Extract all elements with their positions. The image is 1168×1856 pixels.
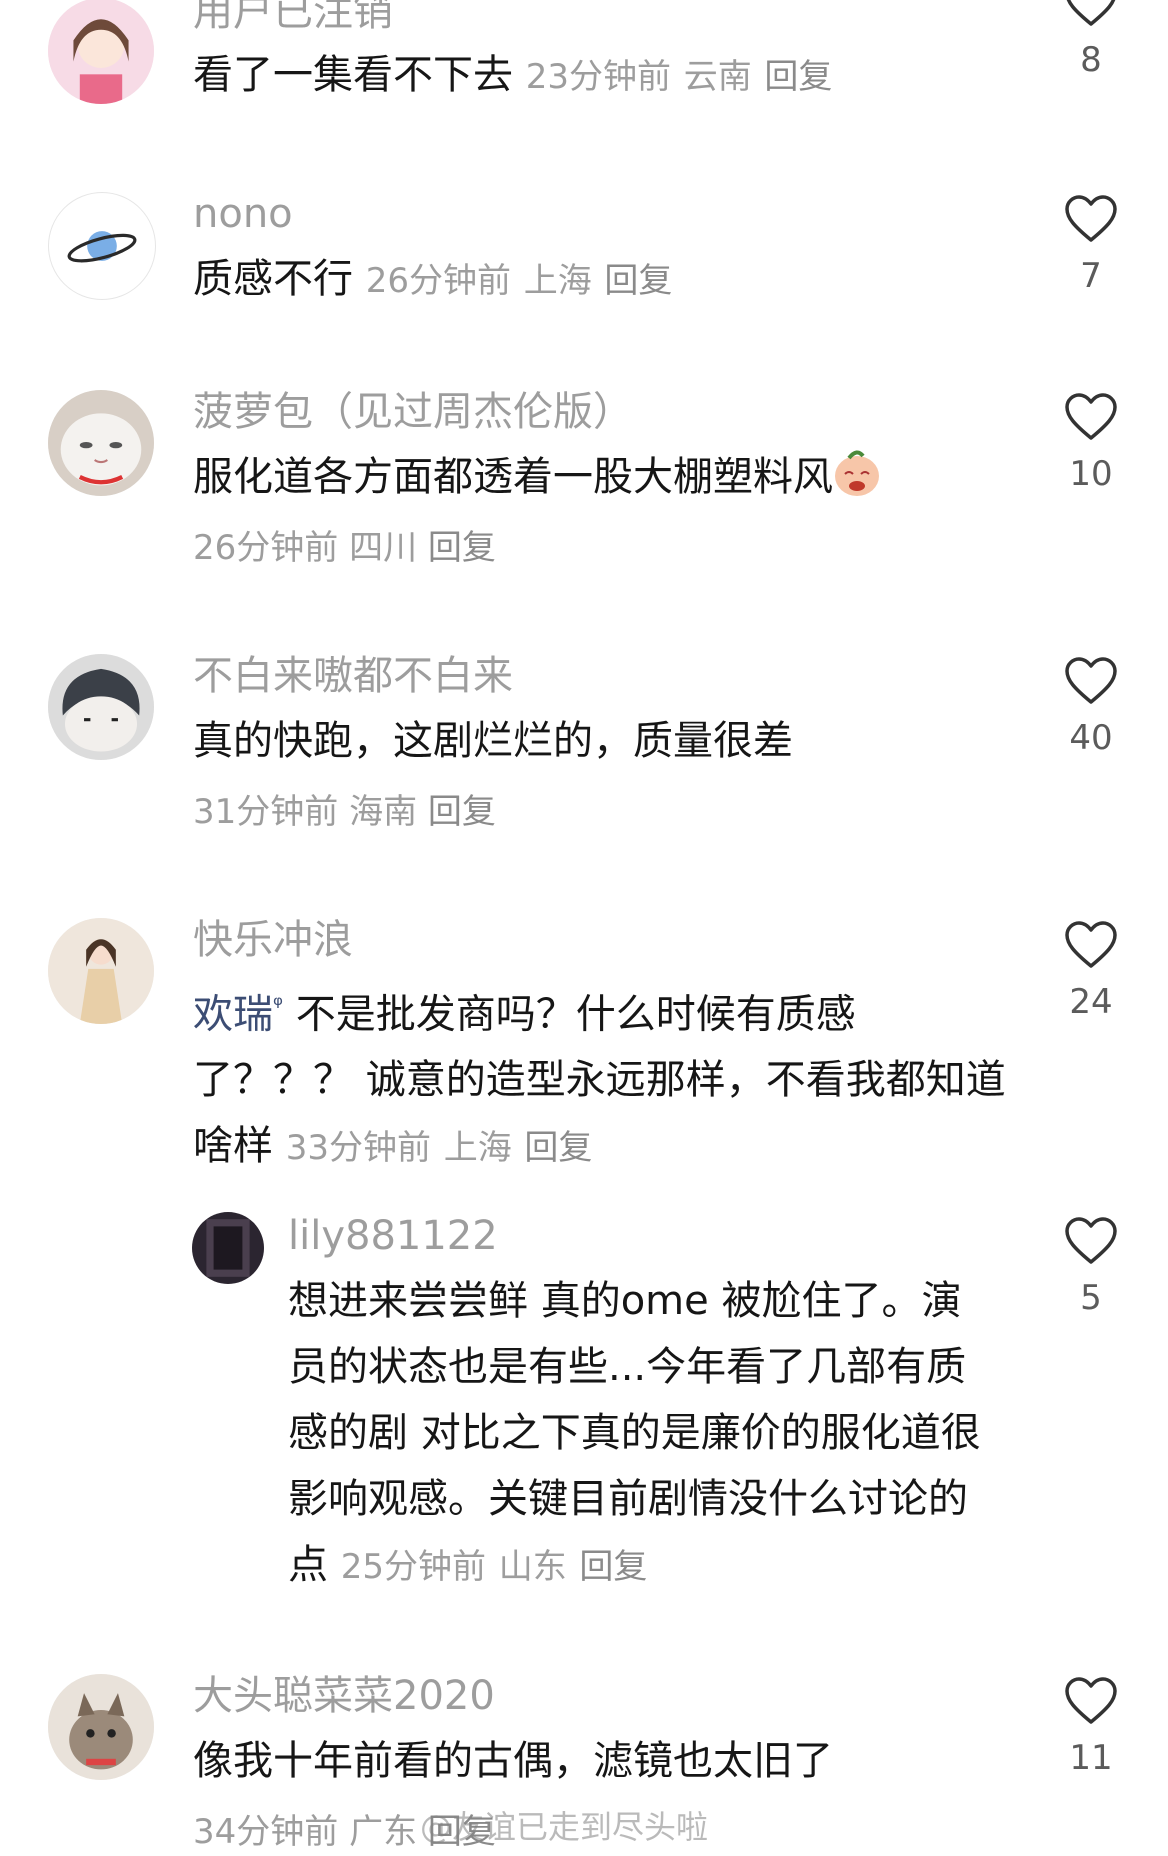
avatar[interactable] [48,390,154,496]
comment-time: 26分钟前 [365,261,511,301]
like-button[interactable]: 11 [1056,1676,1126,1780]
username[interactable]: nono [193,190,672,238]
comment-text: 服化道各方面都透着一股大棚塑料风 [193,444,881,510]
like-button[interactable]: 5 [1056,1216,1126,1320]
comment-text: 看了一集看不下去 23分钟前 云南 回复 [193,42,832,110]
comment-time: 26分钟前 [193,528,339,568]
comment-text: 像我十年前看的古偶，滤镜也太旧了 [193,1728,833,1794]
comment-body: 服化道各方面都透着一股大棚塑料风 [193,454,833,500]
comment-region: 上海 [443,1128,512,1169]
comment-text: 质感不行 26分钟前 上海 回复 [193,246,672,314]
username[interactable]: 菠萝包（见过周杰伦版） [193,388,881,436]
comment-body: 看了一集看不下去 [193,52,513,98]
heart-outline-icon [1065,1677,1117,1724]
like-count: 7 [1080,256,1102,296]
comment-body-line: 不是批发商吗？什么时候有质感 [282,991,856,1038]
avatar[interactable] [48,1674,154,1780]
username[interactable]: lily881122 [288,1212,1028,1260]
comment-time: 33分钟前 [285,1128,431,1169]
comment-time: 31分钟前 [193,792,339,832]
comment-region: 山东 [498,1547,567,1587]
heart-outline-icon [1065,1217,1117,1264]
avatar[interactable] [48,0,154,104]
heart-outline-icon [1066,0,1116,26]
like-count: 24 [1069,982,1113,1022]
comment-meta: 31分钟前 海南 回复 [193,788,793,836]
comment-time: 34分钟前 [193,1812,339,1852]
reply-button[interactable]: 回复 [524,1128,592,1168]
like-button[interactable]: 8 [1056,0,1126,82]
like-count: 40 [1069,718,1113,758]
watermark: @友谊已走到尽头啦 [420,1808,709,1846]
like-count: 10 [1069,454,1113,494]
comment-body-line: 啥样 [193,1123,273,1170]
comment-region: 广东 [349,1812,418,1852]
comment-body-line: 点 [288,1542,328,1588]
comment-text: 欢瑞ᵠ 不是批发商吗？什么时候有质感 了？？？ 诚意的造型永远那样，不看我都知道… [193,972,1033,1181]
heart-outline-icon [1065,195,1117,242]
like-button[interactable]: 10 [1056,392,1126,496]
crying-face-emoji-icon [833,446,881,498]
like-count: 8 [1080,40,1102,80]
comment-meta: 26分钟前 四川 回复 [193,524,881,572]
heart-outline-icon [1065,393,1117,440]
comment-text: 想进来尝尝鲜 真的ome 被尬住了。演 员的状态也是有些...今年看了几部有质 … [288,1268,1028,1600]
heart-outline-icon [1065,921,1117,968]
comment-body-line: 了？？？ 诚意的造型永远那样，不看我都知道 [193,1057,1006,1104]
avatar[interactable] [48,654,154,760]
reply-button[interactable]: 回复 [604,261,672,301]
comment-time: 25分钟前 [340,1547,486,1587]
comment-body-line: 员的状态也是有些...今年看了几部有质 [288,1344,967,1390]
username[interactable]: 不白来嗷都不白来 [193,652,793,700]
reply-button[interactable]: 回复 [579,1547,647,1587]
like-count: 11 [1069,1738,1113,1778]
comment-text: 真的快跑，这剧烂烂的，质量很差 [193,708,793,774]
comment-body-line: 想进来尝尝鲜 真的ome 被尬住了。演 [288,1278,962,1324]
avatar[interactable] [48,192,156,300]
comment-region: 云南 [683,57,752,97]
comment-body-line: 感的剧 对比之下真的是廉价的服化道很 [288,1410,981,1456]
like-button[interactable]: 7 [1056,194,1126,298]
comment-body: 像我十年前看的古偶，滤镜也太旧了 [193,1738,833,1784]
username[interactable]: 大头聪菜菜2020 [193,1672,833,1720]
avatar[interactable] [48,918,154,1024]
comment-body: 真的快跑，这剧烂烂的，质量很差 [193,718,793,764]
comment-region: 海南 [349,792,418,832]
like-button[interactable]: 40 [1056,656,1126,760]
mention-link[interactable]: 欢瑞 [193,991,273,1037]
reply-button[interactable]: 回复 [764,57,832,97]
reply-button[interactable]: 回复 [428,792,496,832]
comment-body-line: 影响观感。关键目前剧情没什么讨论的 [288,1476,968,1522]
comment-body: 质感不行 [193,256,353,302]
avatar[interactable] [192,1212,264,1284]
comment-time: 23分钟前 [525,57,671,97]
search-icon: ᵠ [273,991,283,1019]
username[interactable]: 用户已注销 [193,0,832,36]
reply-button[interactable]: 回复 [428,528,496,568]
comment-region: 上海 [523,261,592,301]
username[interactable]: 快乐冲浪 [193,916,1033,964]
comment-region: 四川 [349,528,418,568]
like-count: 5 [1080,1278,1102,1318]
like-button[interactable]: 24 [1056,920,1126,1024]
heart-outline-icon [1065,657,1117,704]
